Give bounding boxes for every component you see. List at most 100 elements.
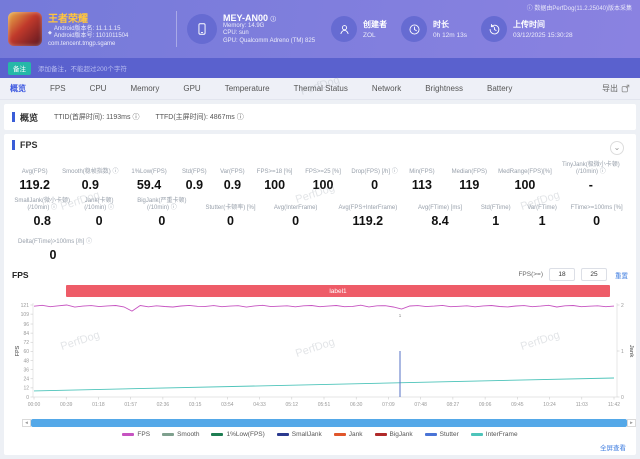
creator-value: ZOL — [363, 32, 376, 39]
tab-Temperature[interactable]: Temperature — [213, 84, 282, 93]
svg-text:05:12: 05:12 — [286, 402, 299, 408]
stat-value: 100 — [514, 178, 536, 192]
fullscreen-link[interactable]: 全屏查看 — [600, 442, 626, 452]
tabs-bar: 概览 FPS CPU Memory GPU Temperature Thermal Stat… — [0, 78, 640, 100]
svg-text:1: 1 — [621, 349, 624, 355]
stat-label: FPS>=18 [%] — [256, 168, 293, 175]
app-package: com.tencent.tmgp.sgame — [48, 40, 116, 47]
fps-stats-row-2: SmallJank(微小卡顿) (/10min) ⓘ 0.8 Jank(卡顿) (/… — [12, 198, 628, 228]
fps-threshold-input-1[interactable] — [549, 268, 575, 281]
tab-概览[interactable]: 概览 — [10, 83, 38, 94]
legend-item-Stutter[interactable]: Stutter — [424, 431, 459, 438]
tab-Network[interactable]: Network — [360, 84, 413, 93]
stat-label: Avg(FPS) — [21, 168, 48, 175]
tab-CPU[interactable]: CPU — [78, 84, 119, 93]
svg-text:02:36: 02:36 — [157, 402, 170, 408]
stat-value: 0.9 — [223, 178, 242, 192]
svg-text:84: 84 — [23, 331, 29, 337]
tab-list: 概览 FPS CPU Memory GPU Temperature Thermal Stat… — [10, 83, 524, 94]
main-content: 概览 TTID(首屏时间): 1193ms ⓘ TTFD(主屏时间): 4867… — [0, 100, 640, 459]
stat-value: 119.2 — [19, 178, 50, 192]
history-clock-icon — [481, 16, 507, 42]
row1-stat-8: Min(FPS) 113 — [401, 162, 442, 193]
stat-label: Var(FPS) — [220, 168, 245, 175]
legend-label: Stutter — [439, 431, 459, 438]
row1-stat-9: Median(FPS) 119 — [443, 162, 497, 193]
svg-text:01:57: 01:57 — [124, 402, 137, 408]
svg-text:1: 1 — [399, 313, 402, 318]
device-info-icon[interactable]: ⓘ — [271, 17, 277, 23]
tab-FPS[interactable]: FPS — [38, 84, 78, 93]
overview-title: 概览 — [20, 112, 39, 123]
svg-text:11:03: 11:03 — [576, 402, 588, 408]
stat-value: 59.4 — [136, 178, 162, 192]
scrollbar-left-arrow-icon[interactable]: ◄ — [22, 419, 31, 427]
stat-label: Drop(FPS) [/h] ⓘ — [351, 168, 398, 175]
row2-stat-0: SmallJank(微小卡顿) (/10min) ⓘ 0.8 — [12, 198, 72, 228]
legend-item-Jank[interactable]: Jank — [333, 431, 363, 438]
stat-label: Avg(InterFrame) — [273, 204, 318, 211]
svg-text:121: 121 — [21, 303, 30, 309]
legend-item-InterFrame[interactable]: InterFrame — [470, 431, 518, 438]
scrollbar-right-arrow-icon[interactable]: ► — [627, 419, 636, 427]
stat-value: 119.2 — [352, 214, 384, 228]
stat-value: 0 — [371, 178, 379, 192]
stat-label: FTime>=100ms [%] — [570, 204, 623, 211]
tab-Thermal Status[interactable]: Thermal Status — [282, 84, 360, 93]
export-button[interactable]: 导出 — [602, 83, 630, 94]
row2-stat-3: Stutter(卡顿率) [%] 0 — [198, 198, 263, 229]
svg-text:08:27: 08:27 — [447, 402, 460, 408]
row1-stat-7: Drop(FPS) [/h] ⓘ 0 — [348, 162, 402, 193]
stat-value: 0 — [593, 214, 601, 228]
stat-value: 0.9 — [185, 178, 204, 192]
svg-text:03:15: 03:15 — [189, 402, 202, 408]
legend-item-BigJank[interactable]: BigJank — [374, 431, 413, 438]
svg-text:04:33: 04:33 — [253, 402, 266, 408]
legend-item-SmallJank[interactable]: SmallJank — [276, 431, 322, 438]
collapse-button[interactable]: ⌄ — [610, 141, 624, 155]
legend-label: FPS — [137, 431, 151, 438]
tab-Brightness[interactable]: Brightness — [413, 84, 475, 93]
fps-chart[interactable]: 0 12 24 36 48 60 72 84 96 109 121 0 1 2 00:00 00:39 01:1… — [12, 299, 634, 418]
stat-value: 1 — [492, 214, 500, 228]
row2-stat-2: BigJank(严重卡顿) (/10min) ⓘ 0 — [126, 198, 198, 228]
legend-item-Smooth[interactable]: Smooth — [162, 431, 199, 438]
app-icon — [8, 12, 42, 46]
fps-section-title: FPS — [20, 140, 38, 150]
tab-GPU[interactable]: GPU — [171, 84, 212, 93]
tab-Memory[interactable]: Memory — [118, 84, 171, 93]
svg-text:06:30: 06:30 — [350, 402, 363, 408]
legend-dash-icon — [122, 433, 135, 436]
stat-value: 0.9 — [81, 178, 99, 192]
stat-label: Std(FPS) — [182, 168, 207, 175]
legend-dash-icon — [470, 433, 483, 436]
stat-label: Stutter(卡顿率) [%] — [205, 204, 256, 211]
legend-dash-icon — [162, 433, 175, 436]
stat-label: FPS>=25 [%] — [305, 168, 341, 175]
upload-time-label: 上传时间 — [513, 20, 545, 29]
clock-icon — [401, 16, 428, 42]
tab-Battery[interactable]: Battery — [475, 84, 524, 93]
duration-block: 时长 0h 12m 13s — [401, 16, 467, 42]
stat-label: Avg(FTime) [ms] — [418, 204, 463, 211]
stat-label: Smooth(稳帧指数) ⓘ — [62, 168, 119, 175]
collector-version-note: ⓘ 数据由PerfDog(11.2.25040)版本采集 — [526, 6, 632, 12]
legend-item-FPS[interactable]: FPS — [122, 431, 150, 438]
legend-label: InterFrame — [485, 431, 518, 438]
reset-button[interactable]: 重置 — [615, 270, 628, 280]
legend-label: BigJank — [389, 431, 413, 438]
fps-threshold-input-2[interactable] — [581, 268, 607, 281]
creator-block: 创建者 ZOL — [331, 16, 387, 42]
legend-item-1%Low(FPS)[interactable]: 1%Low(FPS) — [211, 431, 265, 438]
row1-stat-4: Var(FPS) 0.9 — [214, 162, 251, 193]
stat-label: Jank(卡顿) (/10min) ⓘ — [84, 198, 114, 211]
chart-region-banner: label1 — [66, 285, 610, 297]
svg-text:07:48: 07:48 — [414, 402, 427, 408]
note-input[interactable]: 添加备注，不能超过200个字符 — [38, 63, 127, 73]
row2-stat-6: Avg(FTime) [ms] 8.4 — [407, 198, 472, 229]
chart-scrollbar[interactable]: ◄ ► — [22, 419, 636, 427]
scrollbar-thumb[interactable] — [31, 419, 627, 427]
legend-label: 1%Low(FPS) — [226, 431, 265, 438]
stat-value: 100 — [312, 178, 334, 192]
stat-value: 8.4 — [431, 214, 449, 228]
